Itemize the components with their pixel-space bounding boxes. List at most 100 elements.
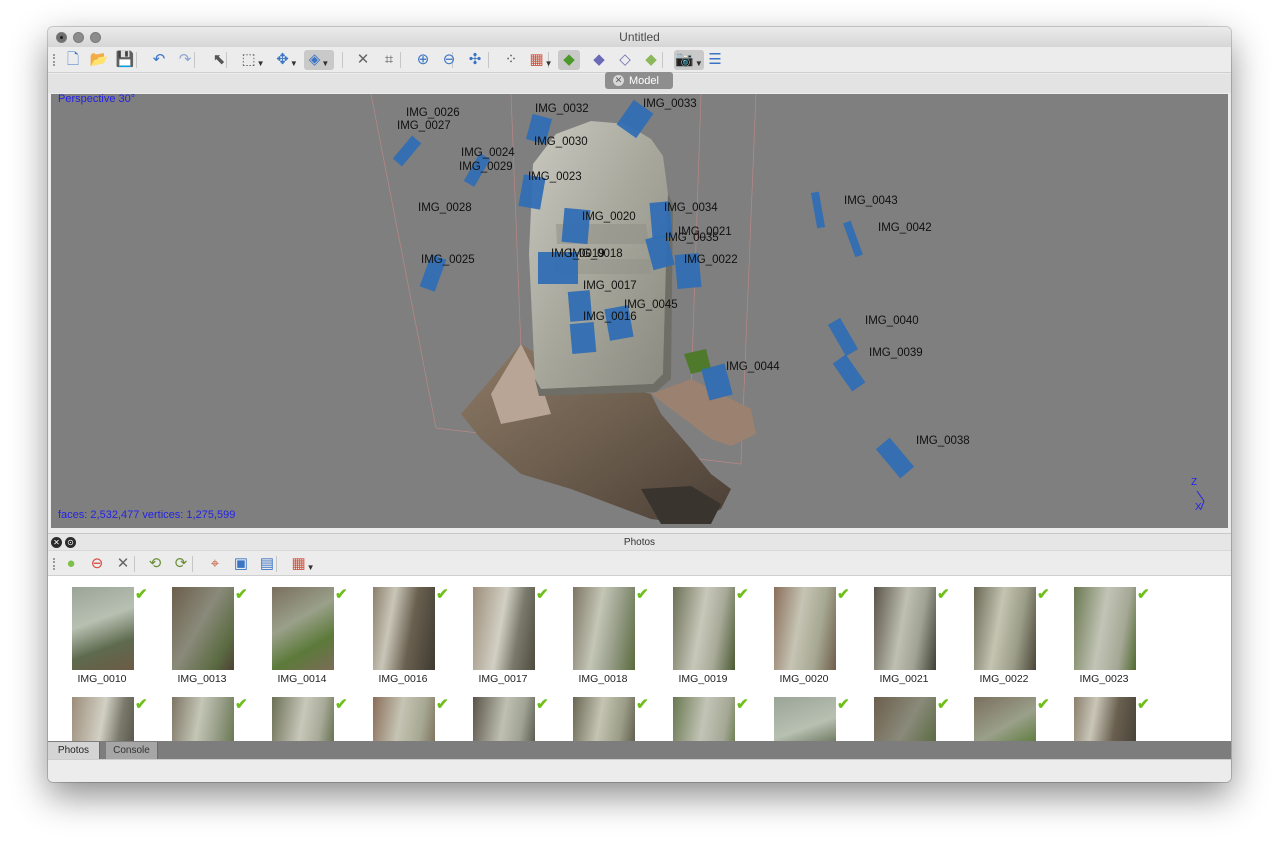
camera-label[interactable]: IMG_0032 xyxy=(535,103,589,115)
camera-label[interactable]: IMG_0039 xyxy=(869,347,923,359)
new-document-button[interactable]: 🗋 xyxy=(62,50,84,70)
camera-label[interactable]: IMG_0034 xyxy=(664,202,718,214)
textured-model-button[interactable]: ◆ xyxy=(640,50,662,70)
photo-thumbnail[interactable] xyxy=(172,587,234,670)
photo-item[interactable]: ✔ xyxy=(1074,696,1164,741)
wireframe-model-button[interactable]: ◇ xyxy=(614,50,636,70)
photo-thumbnail[interactable] xyxy=(1074,587,1136,670)
enable-camera-button[interactable]: ● xyxy=(60,554,82,574)
camera-label[interactable]: IMG_0045 xyxy=(624,299,678,311)
camera-label[interactable]: IMG_0029 xyxy=(459,161,513,173)
photo-item[interactable]: ✔ IMG_0014 xyxy=(272,586,362,687)
camera-plane[interactable] xyxy=(810,191,826,229)
photo-thumbnail[interactable] xyxy=(774,587,836,670)
delete-selection-button[interactable]: ✕ xyxy=(352,50,374,70)
photo-thumbnail[interactable] xyxy=(573,697,635,741)
disable-camera-button[interactable]: ⊖ xyxy=(86,554,108,574)
navigation-mode-button[interactable]: ✥ ▼ xyxy=(272,50,302,70)
camera-label[interactable]: IMG_0025 xyxy=(421,254,475,266)
redo-button[interactable]: ↷ xyxy=(174,50,196,70)
photo-thumbnail[interactable] xyxy=(72,587,134,670)
camera-plane[interactable] xyxy=(827,317,859,357)
photo-thumbnail[interactable] xyxy=(874,697,936,741)
rotate-object-button[interactable]: ◈ ▼ xyxy=(304,50,334,70)
reset-view-button[interactable]: ✣ xyxy=(464,50,486,70)
photo-item[interactable]: ✔ IMG_0018 xyxy=(573,586,663,687)
camera-plane[interactable] xyxy=(569,322,597,354)
photo-thumbnail[interactable] xyxy=(774,697,836,741)
photo-item[interactable]: ✔ IMG_0023 xyxy=(1074,586,1164,687)
tab-photos[interactable]: Photos xyxy=(48,742,100,759)
reset-filter-button[interactable]: ▣ xyxy=(230,554,252,574)
camera-label[interactable]: IMG_0042 xyxy=(878,222,932,234)
photo-item[interactable]: ✔ IMG_0016 xyxy=(373,586,463,687)
photo-item[interactable]: ✔ xyxy=(172,696,262,741)
photo-thumbnail[interactable] xyxy=(272,587,334,670)
photo-item[interactable]: ✔ xyxy=(473,696,563,741)
undo-button[interactable]: ↶ xyxy=(148,50,170,70)
open-image-button[interactable]: ▤ xyxy=(256,554,278,574)
rectangle-select-button[interactable]: ⬚ ▼ xyxy=(238,50,268,70)
camera-label[interactable]: IMG_0023 xyxy=(528,171,582,183)
filter-by-point-button[interactable]: ⌖ xyxy=(204,554,226,574)
solid-model-button[interactable]: ◆ xyxy=(588,50,610,70)
camera-label[interactable]: IMG_0030 xyxy=(534,136,588,148)
rotate-right-button[interactable]: ⟳ xyxy=(170,554,192,574)
photo-item[interactable]: ✔ IMG_0013 xyxy=(172,586,262,687)
camera-label[interactable]: IMG_0020 xyxy=(582,211,636,223)
point-cloud-button[interactable]: ⁘ xyxy=(500,50,522,70)
camera-plane[interactable] xyxy=(832,354,866,392)
photo-item[interactable]: ✔ xyxy=(673,696,763,741)
zoom-in-button[interactable]: ⊕ xyxy=(412,50,434,70)
camera-label[interactable]: IMG_0044 xyxy=(726,361,780,373)
camera-label[interactable]: IMG_0022 xyxy=(684,254,738,266)
photo-thumbnail[interactable] xyxy=(874,587,936,670)
photo-thumbnail[interactable] xyxy=(272,697,334,741)
photo-item[interactable]: ✔ xyxy=(72,696,162,741)
photo-thumbnail[interactable] xyxy=(1074,697,1136,741)
photo-item[interactable]: ✔ IMG_0017 xyxy=(473,586,563,687)
photo-item[interactable]: ✔ IMG_0022 xyxy=(974,586,1064,687)
photo-thumbnail[interactable] xyxy=(974,587,1036,670)
photo-thumbnail[interactable] xyxy=(72,697,134,741)
camera-label[interactable]: IMG_0018 xyxy=(569,248,623,260)
photo-thumbnail[interactable] xyxy=(673,587,735,670)
photos-toolbar-grip[interactable] xyxy=(53,558,55,570)
photo-item[interactable]: ✔ IMG_0021 xyxy=(874,586,964,687)
tab-model[interactable]: ✕ Model xyxy=(605,72,673,89)
photo-thumbnail[interactable] xyxy=(373,587,435,670)
camera-label[interactable]: IMG_0026 xyxy=(406,107,460,119)
camera-label[interactable]: IMG_0035 xyxy=(665,232,719,244)
save-button[interactable]: 💾 xyxy=(114,50,136,70)
crop-button[interactable]: ⌗ xyxy=(378,50,400,70)
camera-label[interactable]: IMG_0033 xyxy=(643,98,697,110)
open-folder-button[interactable]: 📂 xyxy=(88,50,110,70)
photo-item[interactable]: ✔ xyxy=(373,696,463,741)
camera-label[interactable]: IMG_0038 xyxy=(916,435,970,447)
photo-item[interactable]: ✔ xyxy=(573,696,663,741)
photo-thumbnail[interactable] xyxy=(373,697,435,741)
photo-item[interactable]: ✔ xyxy=(974,696,1064,741)
toolbar-grip[interactable] xyxy=(53,54,55,66)
show-cameras-button[interactable]: 📷 ▼ xyxy=(674,50,704,70)
model-viewport[interactable]: IMG_0026 IMG_0027 IMG_0032 IMG_0033 IMG_0030… xyxy=(51,94,1228,528)
camera-plane[interactable] xyxy=(392,135,422,167)
photo-item[interactable]: ✔ IMG_0020 xyxy=(774,586,864,687)
tab-console[interactable]: Console xyxy=(106,742,158,759)
camera-label[interactable]: IMG_0027 xyxy=(397,120,451,132)
photo-thumbnail[interactable] xyxy=(974,697,1036,741)
photo-thumbnail[interactable] xyxy=(473,697,535,741)
show-regions-button[interactable]: ☰ xyxy=(704,50,726,70)
camera-plane[interactable] xyxy=(875,437,915,479)
photo-thumbnail[interactable] xyxy=(573,587,635,670)
camera-label[interactable]: IMG_0016 xyxy=(583,311,637,323)
zoom-out-button[interactable]: ⊖ xyxy=(438,50,460,70)
camera-label[interactable]: IMG_0040 xyxy=(865,315,919,327)
shaded-model-button[interactable]: ◆ xyxy=(558,50,580,70)
remove-photo-button[interactable]: ✕ xyxy=(112,554,134,574)
photo-item[interactable]: ✔ IMG_0010 xyxy=(72,586,162,687)
select-pointer-button[interactable]: ⬉ xyxy=(208,50,230,70)
photo-item[interactable]: ✔ IMG_0019 xyxy=(673,586,763,687)
photo-thumbnail[interactable] xyxy=(473,587,535,670)
camera-label[interactable]: IMG_0024 xyxy=(461,147,515,159)
